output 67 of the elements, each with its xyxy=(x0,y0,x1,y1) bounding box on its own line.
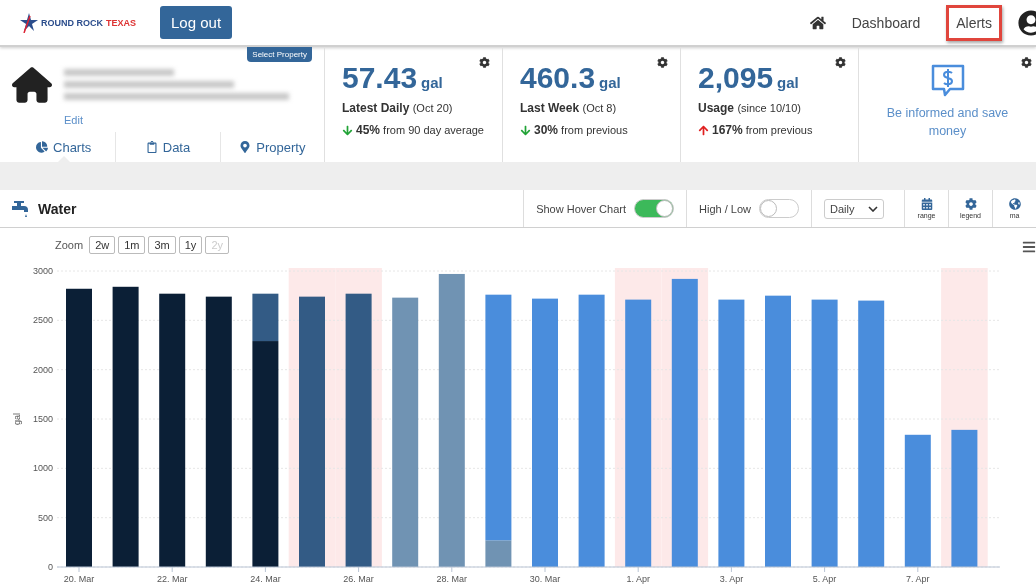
stat-label: Last Week (Oct 8) xyxy=(520,101,618,115)
x-axis-label: 24. Mar xyxy=(250,574,281,584)
zoom-button[interactable]: 3m xyxy=(148,236,176,254)
x-axis-label: 20. Mar xyxy=(63,574,95,584)
stat-value: 2,095 gal xyxy=(698,61,799,95)
user-icon[interactable] xyxy=(1018,9,1036,36)
map-pin-icon xyxy=(239,141,252,153)
calendar-icon xyxy=(920,198,933,210)
x-axis-label: 3. Apr xyxy=(719,574,744,584)
stat-label: Latest Daily (Oct 20) xyxy=(342,101,454,115)
y-axis-label: 0 xyxy=(48,562,53,572)
stat-change: 45% from 90 day average xyxy=(356,123,484,137)
x-axis-label: 30. Mar xyxy=(529,574,561,584)
stat-change: 167% from previous xyxy=(712,123,813,137)
toggle-switch[interactable] xyxy=(759,199,799,218)
stat-label: Usage (since 10/10) xyxy=(698,101,802,115)
x-axis-label: 1. Apr xyxy=(626,574,650,584)
toggle-switch[interactable] xyxy=(634,199,674,218)
settings-icon[interactable] xyxy=(1021,57,1032,68)
y-axis-label: 3000 xyxy=(32,266,53,276)
y-axis-title: gal xyxy=(12,413,22,425)
pie-chart-icon xyxy=(36,141,48,153)
interval-select[interactable]: Daily xyxy=(824,198,884,219)
logout-button[interactable]: Log out xyxy=(160,6,233,39)
settings-icon[interactable] xyxy=(479,57,490,68)
gear-icon xyxy=(964,198,977,210)
nav-link[interactable]: Alerts xyxy=(946,4,1002,41)
globe-icon xyxy=(1008,198,1021,210)
toggle-label: High / Low xyxy=(699,202,751,215)
zoom-button[interactable]: 1y xyxy=(178,236,203,254)
settings-icon[interactable] xyxy=(657,57,668,68)
settings-icon[interactable] xyxy=(835,57,846,68)
star-logo-icon xyxy=(20,12,38,33)
y-axis-label: 1500 xyxy=(32,414,53,424)
tab[interactable]: Property xyxy=(220,132,324,162)
menu-icon[interactable] xyxy=(1022,240,1036,254)
zoom-button[interactable]: 2w xyxy=(89,236,116,254)
dollar-message-icon xyxy=(929,63,966,99)
stat-change: 30% from previous xyxy=(534,123,628,137)
chevron-down-icon xyxy=(868,205,878,212)
arrow-up-icon xyxy=(698,124,709,136)
x-axis-label: 7. Apr xyxy=(906,574,930,584)
select-property-button[interactable]: Select Property xyxy=(247,47,312,62)
nav-link[interactable]: Dashboard xyxy=(841,4,931,41)
y-axis-label: 500 xyxy=(37,512,53,523)
clipboard-icon xyxy=(145,141,158,153)
zoom-label: Zoom xyxy=(55,239,84,251)
home-icon[interactable] xyxy=(809,14,826,31)
x-axis-label: 28. Mar xyxy=(436,574,468,584)
x-axis-label: 22. Mar xyxy=(156,574,188,584)
y-axis-label: 2000 xyxy=(32,364,53,375)
y-axis-label: 2500 xyxy=(32,315,53,326)
promo-text[interactable]: Be informed and save money xyxy=(882,105,1013,140)
arrow-down-icon xyxy=(520,124,531,136)
faucet-icon xyxy=(10,200,30,217)
chart-title: Water xyxy=(38,200,77,217)
zoom-button[interactable]: 1m xyxy=(118,236,146,254)
y-axis-label: 1000 xyxy=(32,463,53,474)
x-axis-label: 5. Apr xyxy=(812,574,837,584)
toggle-label: Show Hover Chart xyxy=(536,202,626,215)
stat-value: 460.3 gal xyxy=(520,61,621,95)
logo[interactable]: ROUND ROCK TEXAS xyxy=(20,12,160,33)
x-axis-label: 26. Mar xyxy=(343,574,374,584)
edit-link[interactable]: Edit xyxy=(64,114,324,126)
stat-value: 57.43 gal xyxy=(342,61,443,95)
house-icon xyxy=(12,65,52,105)
arrow-down-icon xyxy=(342,124,353,136)
